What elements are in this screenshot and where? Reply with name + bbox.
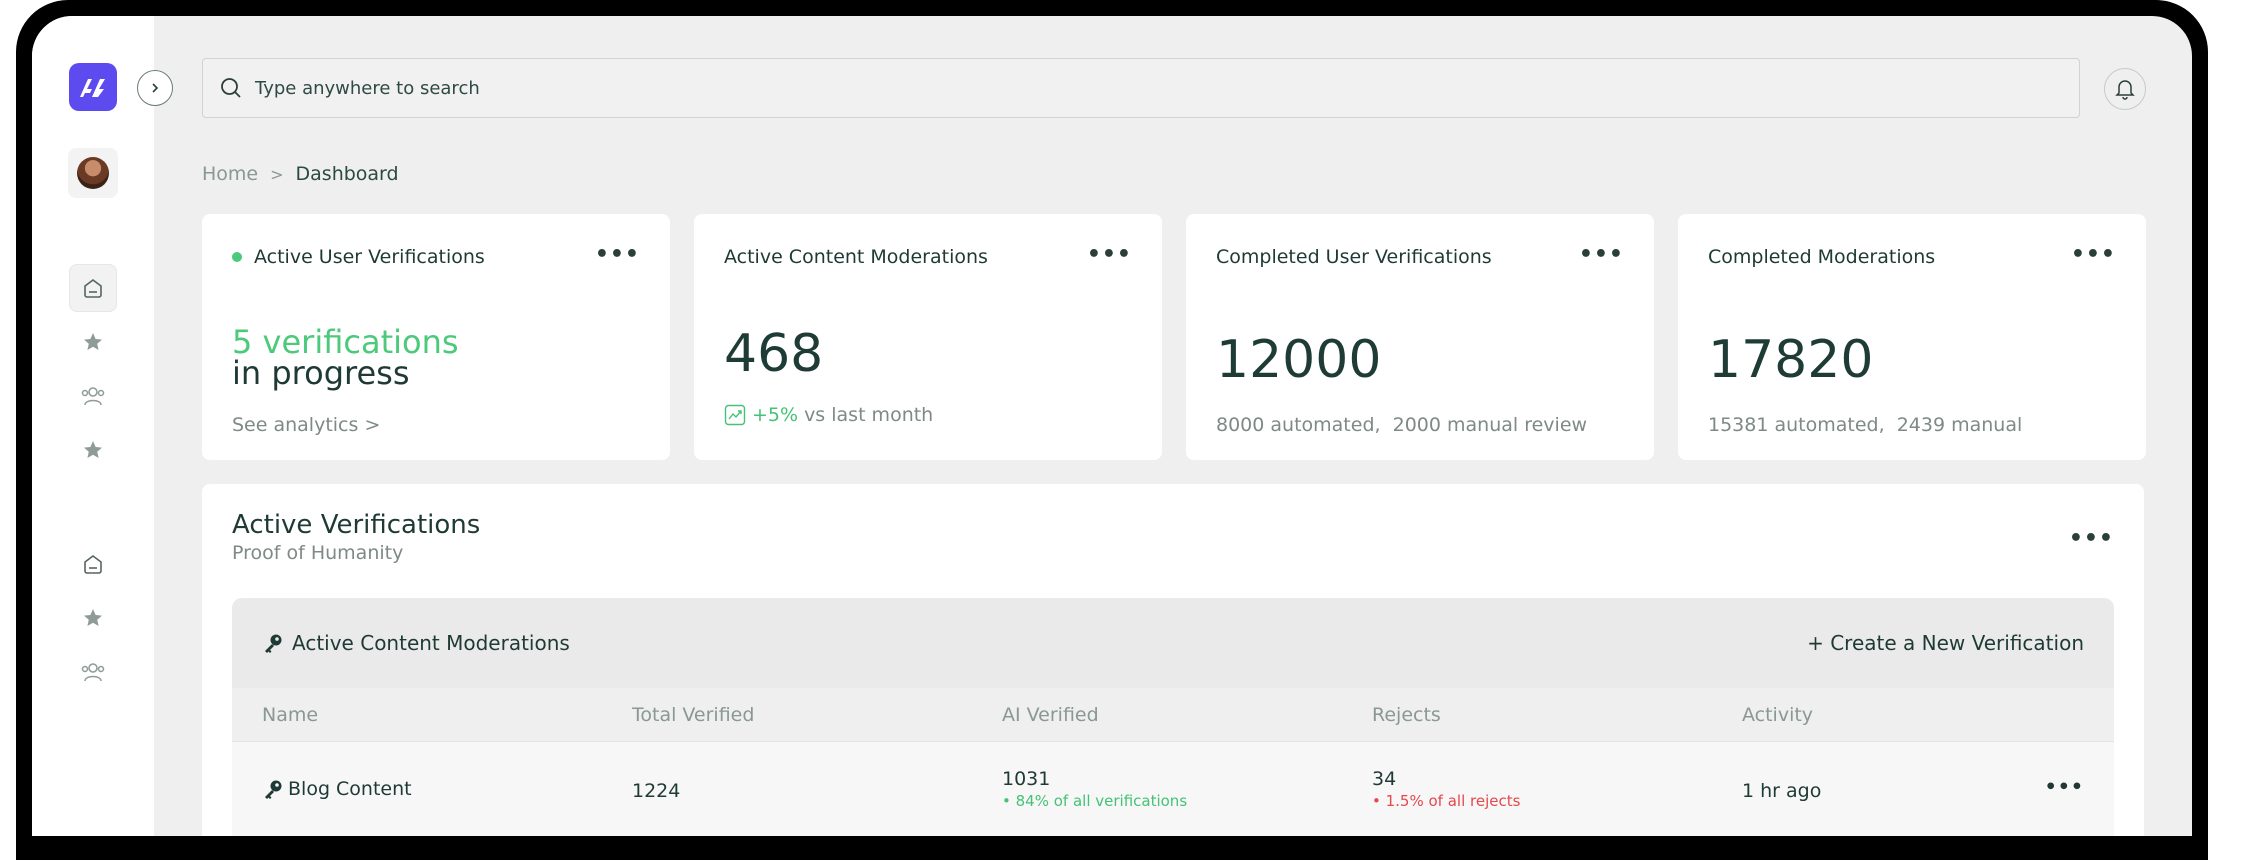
key-icon bbox=[265, 780, 282, 799]
panel-title: Active Verifications bbox=[232, 510, 481, 540]
card-title: Active User Verifications bbox=[254, 246, 485, 268]
search-input[interactable]: Type anywhere to search bbox=[255, 78, 480, 99]
card-title: Completed Moderations bbox=[1708, 246, 1936, 268]
row-total: 1224 bbox=[632, 780, 681, 802]
inner-title: Active Content Moderations bbox=[292, 631, 570, 655]
col-name[interactable]: Name bbox=[262, 704, 318, 726]
nav-home-icon[interactable] bbox=[69, 264, 117, 312]
table-row[interactable]: Blog Content 1224 1031 • 84% of all veri… bbox=[232, 742, 2114, 836]
nav-star-icon-2[interactable] bbox=[75, 432, 111, 468]
nav-users-icon[interactable] bbox=[75, 378, 111, 414]
change-suffix: vs last month bbox=[804, 404, 934, 426]
active-verifications-panel: Active Verifications Proof of Humanity •… bbox=[202, 484, 2144, 836]
row-ai-verified: 1031 bbox=[1002, 768, 1051, 790]
create-verification-button[interactable]: + Create a New Verification bbox=[1807, 631, 2084, 655]
row-name: Blog Content bbox=[288, 778, 412, 800]
card-main-text: in progress bbox=[232, 354, 410, 392]
card-detail: 15381 automated, 2439 manual bbox=[1708, 414, 2023, 436]
row-rejects-note-text: 1.5% of all rejects bbox=[1385, 792, 1521, 810]
bell-icon bbox=[2115, 80, 2135, 100]
sidebar bbox=[32, 16, 154, 836]
card-completed-user-verifications: Completed User Verifications ••• 12000 8… bbox=[1186, 214, 1654, 460]
chevron-right-icon bbox=[152, 83, 159, 93]
inner-title-wrap: Active Content Moderations bbox=[262, 631, 570, 655]
table-header: Name Total Verified AI Verified Rejects … bbox=[232, 688, 2114, 742]
card-value: 17820 bbox=[1708, 330, 1874, 390]
more-icon[interactable]: ••• bbox=[1087, 244, 1132, 266]
row-ai-note-text: 84% of all verifications bbox=[1015, 792, 1188, 810]
status-dot bbox=[232, 252, 242, 262]
more-icon[interactable]: ••• bbox=[595, 244, 640, 266]
logo-icon[interactable] bbox=[69, 63, 117, 111]
nav-home-icon-2[interactable] bbox=[75, 546, 111, 582]
col-ai-verified[interactable]: AI Verified bbox=[1002, 704, 1099, 726]
card-value: 468 bbox=[724, 324, 824, 384]
row-more-icon[interactable]: ••• bbox=[2045, 776, 2084, 798]
see-analytics-link[interactable]: See analytics > bbox=[232, 414, 380, 436]
nav-star-icon[interactable] bbox=[75, 324, 111, 360]
breadcrumb-current: Dashboard bbox=[295, 163, 399, 185]
search-bar[interactable]: Type anywhere to search bbox=[202, 58, 2080, 118]
card-change: +5% vs last month bbox=[724, 404, 933, 426]
card-completed-moderations: Completed Moderations ••• 17820 15381 au… bbox=[1678, 214, 2146, 460]
breadcrumb-separator: > bbox=[270, 164, 284, 184]
more-icon[interactable]: ••• bbox=[2071, 244, 2116, 266]
row-rejects-note: • 1.5% of all rejects bbox=[1372, 792, 1521, 810]
nav-star-icon-3[interactable] bbox=[75, 600, 111, 636]
moderations-table-section: Active Content Moderations + Create a Ne… bbox=[232, 598, 2114, 836]
more-icon[interactable]: ••• bbox=[1579, 244, 1624, 266]
trend-icon bbox=[724, 404, 746, 426]
user-avatar[interactable] bbox=[68, 148, 118, 198]
app-screen: Type anywhere to search Home > Dashboard… bbox=[32, 16, 2192, 836]
breadcrumb-home[interactable]: Home bbox=[202, 163, 258, 185]
key-icon bbox=[265, 634, 282, 653]
change-percent: +5% bbox=[752, 404, 799, 426]
row-rejects: 34 bbox=[1372, 768, 1397, 790]
card-title: Active Content Moderations bbox=[724, 246, 988, 268]
card-detail: 8000 automated, 2000 manual review bbox=[1216, 414, 1588, 436]
nav-users-icon-2[interactable] bbox=[75, 654, 111, 690]
more-icon[interactable]: ••• bbox=[2069, 526, 2114, 551]
card-title: Completed User Verifications bbox=[1216, 246, 1492, 268]
card-title-wrap: Active User Verifications bbox=[232, 246, 485, 268]
sidebar-expand-button[interactable] bbox=[137, 70, 173, 106]
panel-subtitle: Proof of Humanity bbox=[232, 542, 404, 564]
col-total-verified[interactable]: Total Verified bbox=[632, 704, 754, 726]
col-activity[interactable]: Activity bbox=[1742, 704, 1813, 726]
row-ai-note: • 84% of all verifications bbox=[1002, 792, 1188, 810]
col-rejects[interactable]: Rejects bbox=[1372, 704, 1441, 726]
notifications-button[interactable] bbox=[2104, 68, 2146, 110]
row-activity: 1 hr ago bbox=[1742, 780, 1822, 802]
breadcrumb: Home > Dashboard bbox=[202, 163, 399, 185]
card-value: 12000 bbox=[1216, 330, 1382, 390]
row-name-wrap: Blog Content bbox=[262, 778, 412, 800]
card-active-content-moderations: Active Content Moderations ••• 468 +5% v… bbox=[694, 214, 1162, 460]
card-active-user-verifications: Active User Verifications ••• 5 verifica… bbox=[202, 214, 670, 460]
search-icon bbox=[221, 78, 241, 98]
avatar-image bbox=[77, 157, 109, 189]
